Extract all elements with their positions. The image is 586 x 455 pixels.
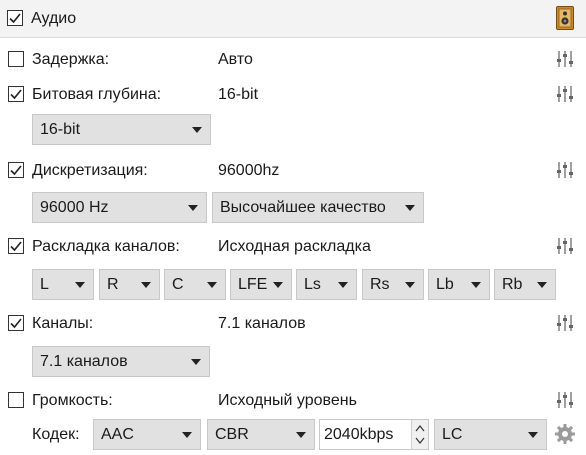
channel-select-value: R xyxy=(107,276,119,293)
bitrate-mode-select-value: CBR xyxy=(215,426,249,443)
channel-select-value: L xyxy=(40,276,49,293)
sample-rate-select[interactable]: 96000 Hz xyxy=(32,192,207,223)
channel-select-Ls[interactable]: Ls xyxy=(296,269,357,300)
bit-depth-checkbox[interactable] xyxy=(8,86,24,102)
sample-rate-checkbox[interactable] xyxy=(8,162,24,178)
chevron-down-icon xyxy=(296,432,306,438)
channel-select-Lb[interactable]: Lb xyxy=(428,269,490,300)
speaker-icon xyxy=(556,6,574,30)
chevron-down-icon xyxy=(537,282,547,288)
channels-select[interactable]: 7.1 каналов xyxy=(32,346,210,377)
chevron-down-icon xyxy=(182,432,192,438)
audio-checkbox[interactable] xyxy=(7,10,23,26)
delay-label: Задержка: xyxy=(32,51,110,68)
quality-select[interactable]: Высочайшее качество xyxy=(212,192,424,223)
volume-label: Громкость: xyxy=(32,392,113,409)
channel-select-LFE[interactable]: LFE xyxy=(230,269,292,300)
profile-select[interactable]: LC xyxy=(434,419,547,450)
chevron-down-icon xyxy=(471,282,481,288)
equalizer-icon[interactable] xyxy=(556,314,574,332)
audio-section-header: Аудио xyxy=(0,0,586,38)
equalizer-icon[interactable] xyxy=(556,161,574,179)
equalizer-icon[interactable] xyxy=(556,391,574,409)
channel-select-value: Rb xyxy=(502,276,523,293)
bit-depth-select-value: 16-bit xyxy=(40,121,81,138)
chevron-down-icon xyxy=(405,282,415,288)
channel-layout-label: Раскладка каналов: xyxy=(32,238,180,255)
channel-select-C[interactable]: C xyxy=(164,269,226,300)
delay-value: Авто xyxy=(218,51,253,68)
sample-rate-select-value: 96000 Hz xyxy=(40,199,109,216)
chevron-down-icon xyxy=(75,282,85,288)
chevron-down-icon xyxy=(207,282,217,288)
channel-select-value: LFE xyxy=(238,276,268,293)
bitrate-value: 2040kbps xyxy=(324,426,394,443)
channels-select-value: 7.1 каналов xyxy=(40,353,128,370)
chevron-up-icon[interactable] xyxy=(415,424,425,432)
chevron-down-icon xyxy=(405,205,415,211)
volume-value: Исходный уровень xyxy=(218,392,357,409)
profile-select-value: LC xyxy=(442,426,463,443)
chevron-down-icon xyxy=(192,127,202,133)
channel-select-R[interactable]: R xyxy=(99,269,160,300)
spin-buttons[interactable] xyxy=(411,420,428,449)
equalizer-icon[interactable] xyxy=(556,50,574,68)
volume-checkbox[interactable] xyxy=(8,392,24,408)
codec-select[interactable]: AAC xyxy=(93,419,201,450)
channel-select-Rb[interactable]: Rb xyxy=(494,269,556,300)
gear-icon[interactable] xyxy=(554,423,576,445)
channels-checkbox[interactable] xyxy=(8,315,24,331)
channel-select-Rs[interactable]: Rs xyxy=(362,269,424,300)
sample-rate-label: Дискретизация: xyxy=(32,162,148,179)
codec-select-value: AAC xyxy=(101,426,134,443)
channel-select-value: Rs xyxy=(370,276,390,293)
channel-select-L[interactable]: L xyxy=(32,269,94,300)
codec-label: Кодек: xyxy=(32,426,80,443)
channel-layout-checkbox[interactable] xyxy=(8,238,24,254)
chevron-down-icon[interactable] xyxy=(415,437,425,445)
audio-title: Аудио xyxy=(31,10,77,27)
chevron-down-icon xyxy=(188,205,198,211)
bit-depth-label: Битовая глубина: xyxy=(32,86,162,103)
channel-layout-value: Исходная раскладка xyxy=(218,238,371,255)
equalizer-icon[interactable] xyxy=(556,85,574,103)
chevron-down-icon xyxy=(141,282,151,288)
channel-select-value: C xyxy=(172,276,184,293)
channels-value: 7.1 каналов xyxy=(218,315,306,332)
bitrate-spinbox[interactable]: 2040kbps xyxy=(319,419,429,450)
chevron-down-icon xyxy=(191,359,201,365)
chevron-down-icon xyxy=(528,432,538,438)
bit-depth-select[interactable]: 16-bit xyxy=(32,114,211,145)
sample-rate-value: 96000hz xyxy=(218,162,280,179)
bit-depth-value: 16-bit xyxy=(218,86,259,103)
chevron-down-icon xyxy=(338,282,348,288)
quality-select-value: Высочайшее качество xyxy=(220,199,386,216)
chevron-down-icon xyxy=(273,282,283,288)
equalizer-icon[interactable] xyxy=(556,237,574,255)
delay-checkbox[interactable] xyxy=(8,51,24,67)
channel-select-value: Ls xyxy=(304,276,321,293)
channel-select-value: Lb xyxy=(436,276,454,293)
channels-label: Каналы: xyxy=(32,315,94,332)
bitrate-mode-select[interactable]: CBR xyxy=(207,419,315,450)
